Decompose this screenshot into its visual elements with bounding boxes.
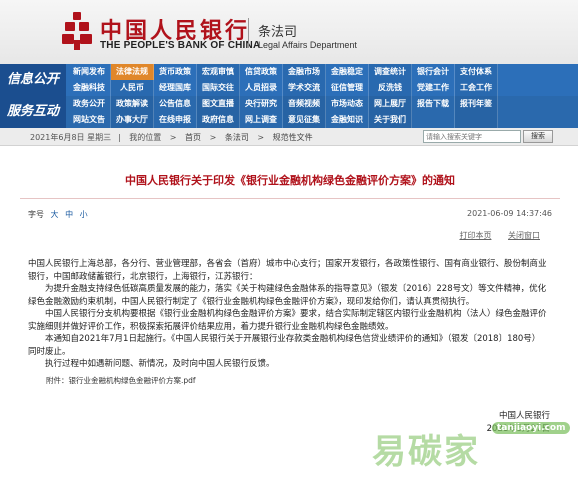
search-button[interactable]: 搜索	[523, 130, 553, 143]
nav-item[interactable]: 金融知识	[326, 112, 369, 128]
nav-item[interactable]: 国际交往	[197, 80, 240, 96]
breadcrumb-category-link[interactable]: 规范性文件	[273, 133, 313, 142]
nav-item[interactable]: 金融科技	[68, 80, 111, 96]
paragraph: 执行过程中如遇新问题、新情况，及时向中国人民银行反馈。	[45, 359, 275, 369]
nav-section-info: 信息公开 新闻发布 法律法规 货币政策 宏观审慎 信贷政策 金融市场 金融稳定 调查统计 银行会…	[0, 64, 578, 96]
nav-item[interactable]: 关于我们	[369, 112, 412, 128]
paragraph: 中国人民银行分支机构要根据《银行业金融机构绿色金融评价方案》要求，结合实际制定辖…	[28, 309, 547, 332]
breadcrumb-separator: >	[169, 133, 177, 142]
nav-item[interactable]: 市场动态	[326, 96, 369, 112]
nav-item[interactable]: 网站文告	[68, 112, 111, 128]
nav-row: 新闻发布 法律法规 货币政策 宏观审慎 信贷政策 金融市场 金融稳定 调查统计 银行会计 支付体系	[68, 64, 498, 80]
nav-item[interactable]: 央行研究	[240, 96, 283, 112]
nav-item[interactable]: 金融市场	[283, 64, 326, 80]
nav-item[interactable]: 公告信息	[154, 96, 197, 112]
nav-item[interactable]: 金融稳定	[326, 64, 369, 80]
nav-item[interactable]: 工会工作	[455, 80, 498, 96]
title-divider	[20, 198, 560, 199]
nav-item[interactable]: 支付体系	[455, 64, 498, 80]
breadcrumb-separator: >	[257, 133, 265, 142]
nav-item[interactable]: 法律法规	[111, 64, 154, 80]
nav-item[interactable]: 网上调查	[240, 112, 283, 128]
nav-item[interactable]: 音频视频	[283, 96, 326, 112]
breadcrumb-separator: |	[118, 133, 121, 142]
breadcrumb-separator: >	[209, 133, 217, 142]
nav-section-title-service: 服务互动	[0, 96, 66, 128]
nav-row: 政务公开 政策解读 公告信息 图文直播 央行研究 音频视频 市场动态 网上展厅 报告下载 报刊年鉴	[68, 96, 498, 112]
font-size-large-link[interactable]: 大	[51, 210, 59, 219]
font-size-medium-link[interactable]: 中	[65, 210, 73, 219]
article: 中国人民银行关于印发《银行业金融机构绿色金融评价方案》的通知 字号 大 中 小 …	[20, 150, 560, 486]
nav-item[interactable]: 政府信息	[197, 112, 240, 128]
breadcrumb-label: 我的位置	[129, 133, 162, 142]
nav-item[interactable]: 货币政策	[154, 64, 197, 80]
bank-name-en: THE PEOPLE'S BANK OF CHINA	[100, 40, 261, 51]
signature-issuer: 中国人民银行	[498, 411, 550, 421]
nav-item[interactable]: 宏观审慎	[197, 64, 240, 80]
nav-item[interactable]: 办事大厅	[111, 112, 154, 128]
paragraph: 为提升金融支持绿色低碳高质量发展的能力，落实《关于构建绿色金融体系的指导意见》（…	[28, 284, 547, 307]
nav-item[interactable]: 报告下载	[412, 96, 455, 112]
nav-item	[455, 112, 498, 128]
nav-item[interactable]: 调查统计	[369, 64, 412, 80]
signature-block: 中国人民银行 2021年5月27日	[487, 410, 550, 436]
nav-item[interactable]: 报刊年鉴	[455, 96, 498, 112]
search-input[interactable]	[423, 130, 521, 143]
department-name-en: Legal Affairs Department	[258, 40, 357, 50]
breadcrumb: | 我的位置 > 首页 > 条法司 > 规范性文件	[118, 132, 319, 143]
nav-item[interactable]: 学术交流	[283, 80, 326, 96]
nav-item[interactable]: 图文直播	[197, 96, 240, 112]
nav-item[interactable]: 意见征集	[283, 112, 326, 128]
breadcrumb-bar: 2021年6月8日 星期三 | 我的位置 > 首页 > 条法司 > 规范性文件 …	[0, 128, 578, 146]
font-size-small-link[interactable]: 小	[80, 210, 88, 219]
font-size-switcher: 字号 大 中 小	[28, 209, 88, 220]
main-navigation: 信息公开 新闻发布 法律法规 货币政策 宏观审慎 信贷政策 金融市场 金融稳定 调查统计 银行会…	[0, 64, 578, 128]
nav-item	[412, 112, 455, 128]
header-divider	[248, 18, 249, 48]
attachment-link[interactable]: 银行业金融机构绿色金融评价方案.pdf	[69, 376, 196, 385]
nav-item[interactable]: 政务公开	[68, 96, 111, 112]
nav-item[interactable]: 信贷政策	[240, 64, 283, 80]
article-body: 中国人民银行上海总部，各分行、营业管理部，各省会（首府）城市中心支行；国家开发银…	[28, 258, 548, 387]
nav-item[interactable]: 人员招录	[240, 80, 283, 96]
article-title: 中国人民银行关于印发《银行业金融机构绿色金融评价方案》的通知	[125, 174, 455, 187]
breadcrumb-home-link[interactable]: 首页	[185, 133, 201, 142]
current-date: 2021年6月8日 星期三	[30, 133, 112, 142]
department-name-cn: 条法司	[258, 25, 298, 40]
nav-item[interactable]: 反洗钱	[369, 80, 412, 96]
print-page-link[interactable]: 打印本页	[459, 231, 491, 240]
nav-section-service: 服务互动 政务公开 政策解读 公告信息 图文直播 央行研究 音频视频 市场动态 网上展厅 报告下…	[0, 96, 578, 128]
nav-item[interactable]: 银行会计	[412, 64, 455, 80]
pboc-logo-icon	[62, 12, 92, 50]
breadcrumb-dept-link[interactable]: 条法司	[225, 133, 249, 142]
signature-date: 2021年5月27日	[486, 424, 550, 434]
nav-item[interactable]: 征信管理	[326, 80, 369, 96]
attachment: 附件：银行业金融机构绿色金融评价方案.pdf	[28, 375, 548, 388]
close-window-link[interactable]: 关闭窗口	[508, 231, 540, 240]
site-header: 中国人民银行 THE PEOPLE'S BANK OF CHINA 条法司 Le…	[0, 0, 578, 64]
nav-item[interactable]: 经理国库	[154, 80, 197, 96]
nav-item[interactable]: 在线申报	[154, 112, 197, 128]
nav-row: 金融科技 人民币 经理国库 国际交往 人员招录 学术交流 征信管理 反洗钱 党建工作 工会工作	[68, 80, 498, 96]
nav-row: 网站文告 办事大厅 在线申报 政府信息 网上调查 意见征集 金融知识 关于我们	[68, 112, 498, 128]
nav-item[interactable]: 党建工作	[412, 80, 455, 96]
nav-item[interactable]: 网上展厅	[369, 96, 412, 112]
attachment-label: 附件：	[46, 375, 69, 385]
nav-item[interactable]: 人民币	[111, 80, 154, 96]
paragraph: 本通知自2021年7月1日起施行。《中国人民银行关于开展银行业存款类金融机构绿色…	[28, 334, 541, 357]
article-tools: 打印本页 关闭窗口	[445, 230, 540, 241]
nav-section-title-info: 信息公开	[0, 64, 66, 96]
nav-item[interactable]: 新闻发布	[68, 64, 111, 80]
addressee: 中国人民银行上海总部，各分行、营业管理部，各省会（首府）城市中心支行；国家开发银…	[28, 259, 547, 282]
nav-item[interactable]: 政策解读	[111, 96, 154, 112]
font-size-label: 字号	[28, 210, 44, 219]
publish-time: 2021-06-09 14:37:46	[467, 209, 552, 218]
